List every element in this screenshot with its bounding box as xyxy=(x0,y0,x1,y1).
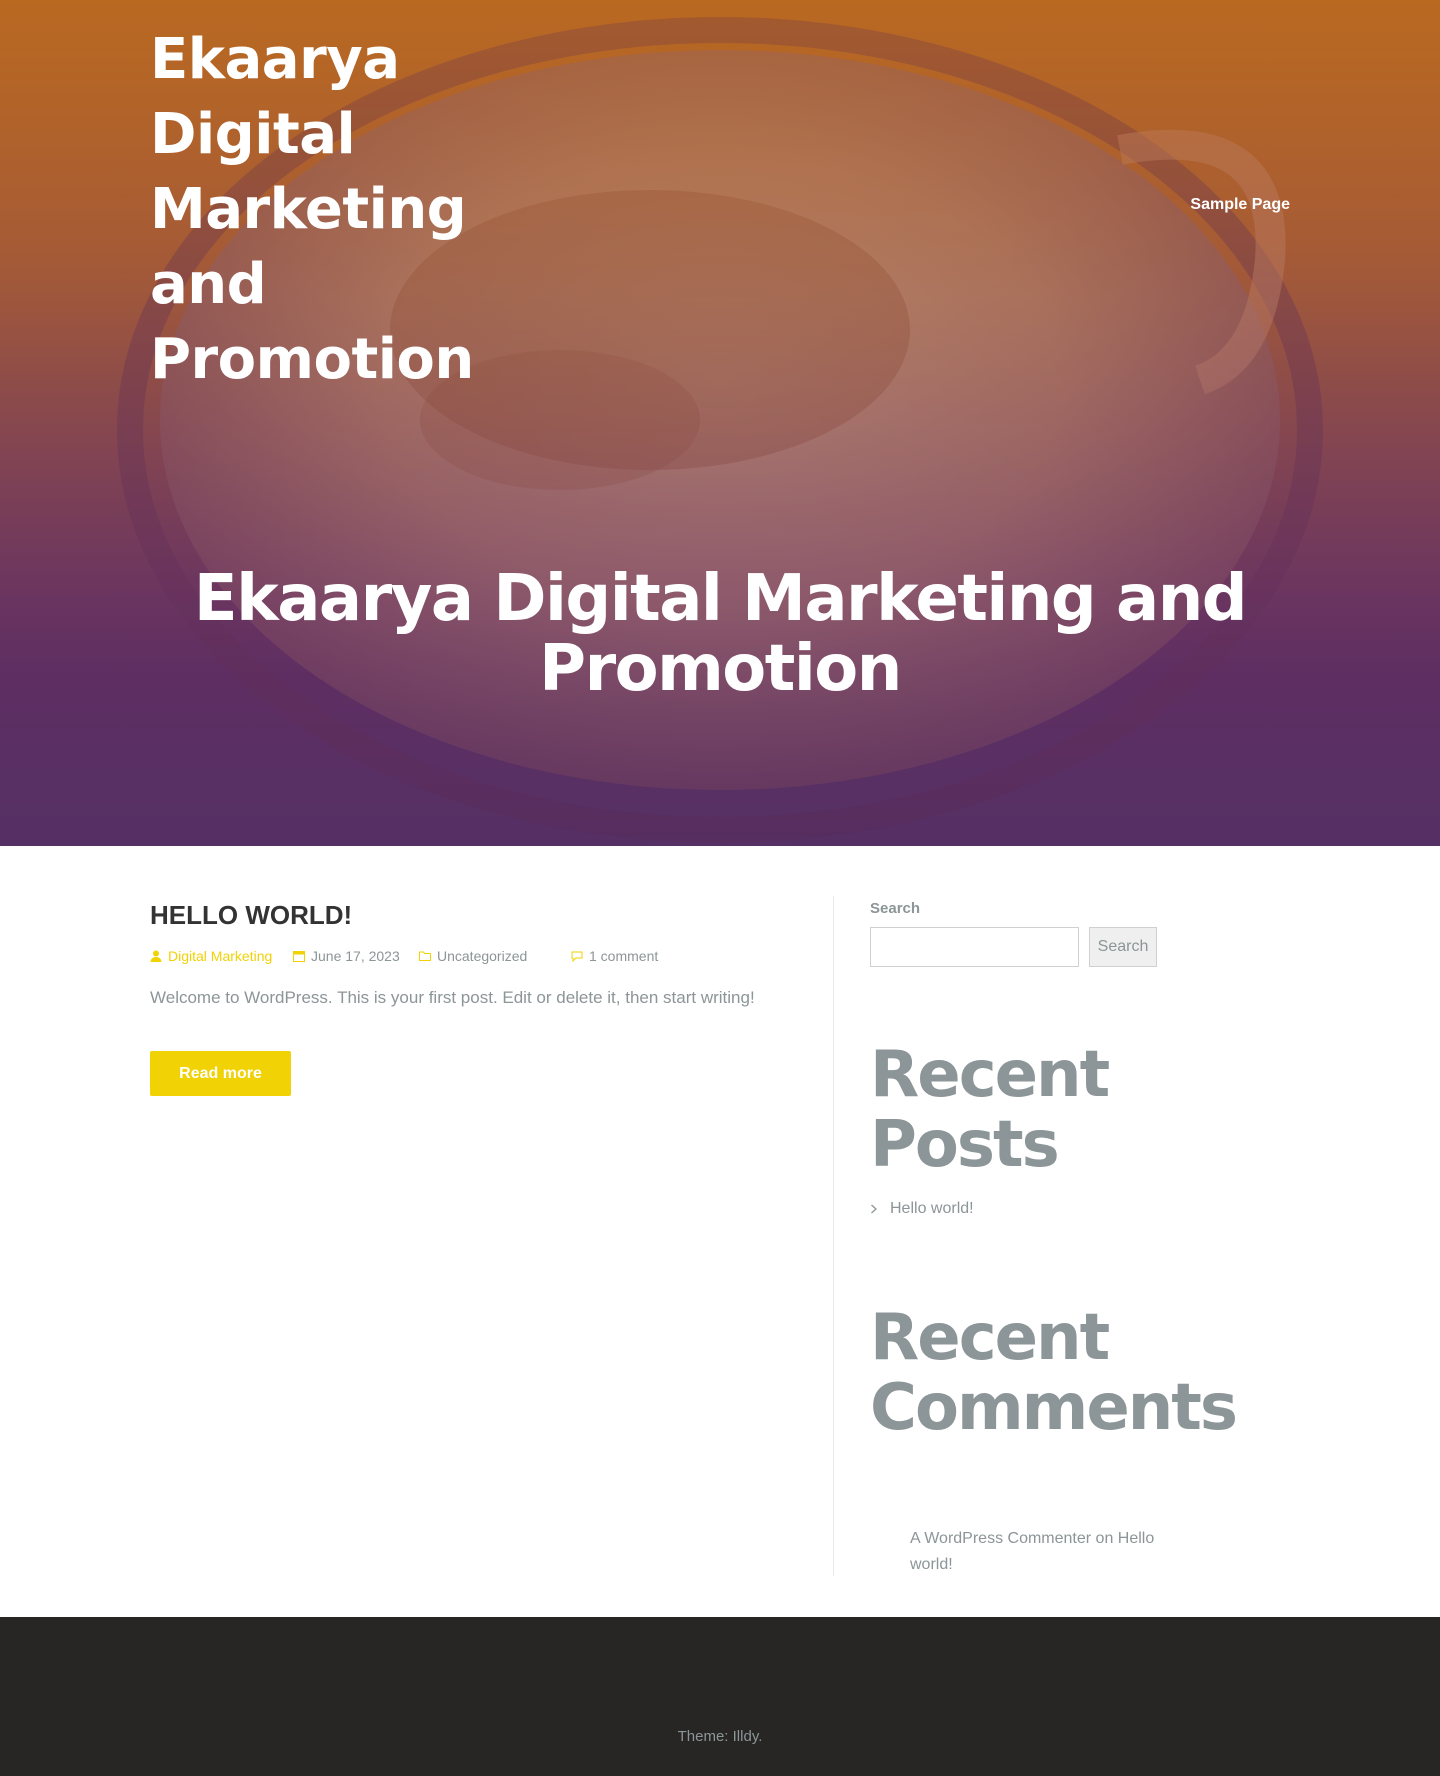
search-input[interactable] xyxy=(870,927,1079,967)
comment-icon xyxy=(571,951,583,962)
hero-heading: Ekaarya Digital Marketing and Promotion xyxy=(193,562,1248,706)
post-meta-date[interactable]: June 17, 2023 xyxy=(293,948,400,964)
post-meta-author[interactable]: Digital Marketing xyxy=(150,948,272,964)
search-label: Search xyxy=(870,900,921,917)
recent-post-label: Hello world! xyxy=(890,1200,974,1217)
post-meta-comments-label: 1 comment xyxy=(589,948,659,964)
chevron-right-icon xyxy=(871,1204,877,1214)
post-meta-author-label: Digital Marketing xyxy=(168,948,273,964)
post-meta-category[interactable]: Uncategorized xyxy=(419,948,527,964)
footer-credit[interactable]: Theme: Illdy. xyxy=(0,1728,1440,1745)
post-meta-date-label: June 17, 2023 xyxy=(311,948,400,964)
folder-icon xyxy=(419,951,431,961)
calendar-icon xyxy=(293,951,305,962)
recent-posts-title: Recent Posts xyxy=(870,1038,1110,1182)
sidebar-divider xyxy=(833,896,834,1576)
read-more-button[interactable]: Read more xyxy=(150,1051,291,1096)
post-title[interactable]: HELLO WORLD! xyxy=(150,900,352,931)
post-meta-comments[interactable]: 1 comment xyxy=(571,948,658,964)
recent-post-link[interactable]: Hello world! xyxy=(870,1200,974,1218)
recent-comments-title: Recent Comments xyxy=(870,1301,1238,1445)
post-meta-category-label: Uncategorized xyxy=(437,948,528,964)
comment-connector: on xyxy=(1095,1530,1114,1547)
site-title[interactable]: Ekaarya Digital Marketing and Promotion xyxy=(150,22,480,397)
nav-sample-page[interactable]: Sample Page xyxy=(1190,196,1290,214)
post-excerpt: Welcome to WordPress. This is your first… xyxy=(150,988,755,1007)
search-button[interactable]: Search xyxy=(1089,927,1157,967)
recent-comment-item: A WordPress Commenter on Hello world! xyxy=(910,1526,1160,1578)
site-footer xyxy=(0,1617,1440,1776)
hero-header: Ekaarya Digital Marketing and Promotion … xyxy=(0,0,1440,846)
comment-author-link[interactable]: A WordPress Commenter xyxy=(910,1530,1091,1547)
user-icon xyxy=(150,950,162,962)
